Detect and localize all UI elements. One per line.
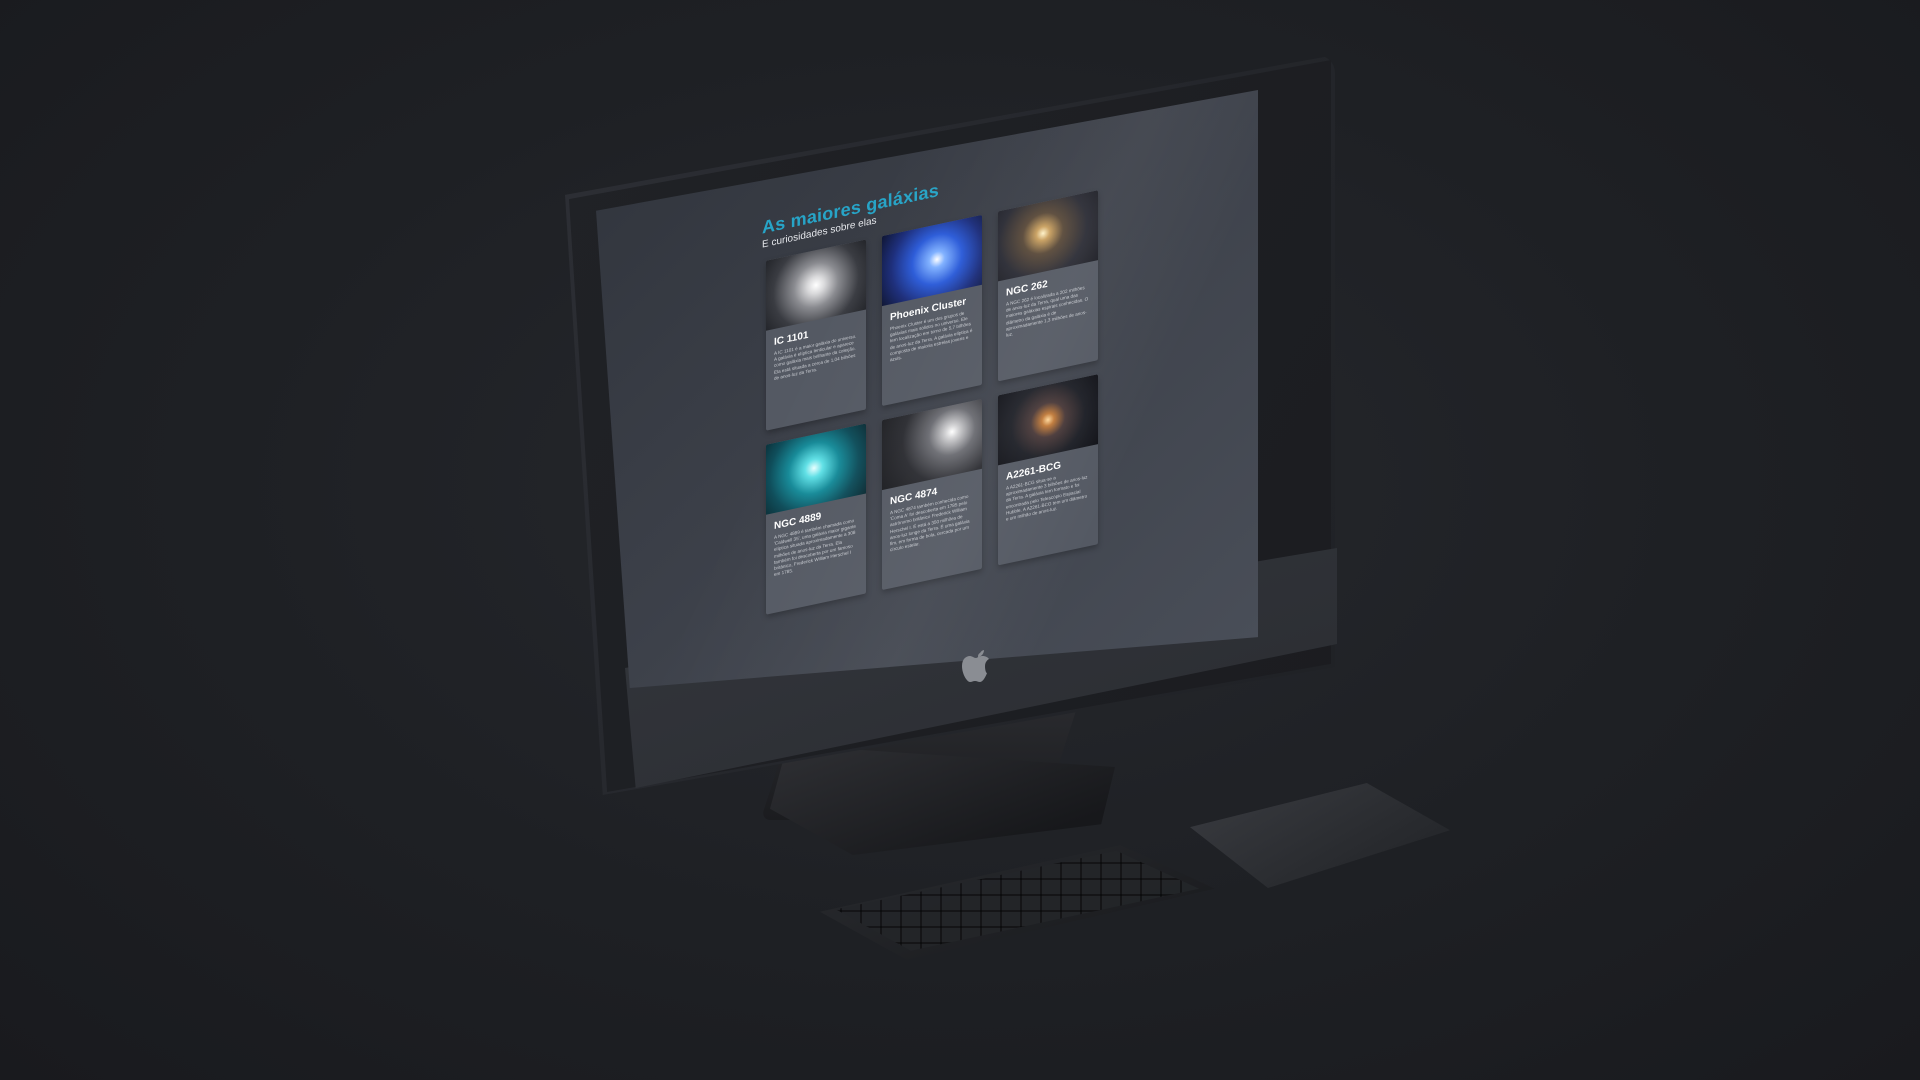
apple-logo-icon <box>958 640 998 690</box>
galaxy-card[interactable]: IC 1101 A IC 1101 é a maior galáxia do u… <box>766 239 866 431</box>
galaxy-card[interactable]: A2261-BCG A A2261-BCG situa-se a aproxim… <box>998 374 1098 566</box>
galaxy-card[interactable]: NGC 4874 A NGC 4874 também conhecida com… <box>882 398 982 591</box>
imac-stand-base <box>770 745 1115 855</box>
galaxy-card[interactable]: NGC 4889 A NGC 4889 é também chamada com… <box>766 423 866 615</box>
galaxy-card[interactable]: NGC 262 A NGC 262 é localizada a 202 mil… <box>998 190 1098 382</box>
mockup-scene: As maiores galáxias E curiosidades sobre… <box>0 0 1920 1080</box>
galaxy-card[interactable]: Phoenix Cluster Phoenix Cluster é um dos… <box>882 214 982 407</box>
trackpad <box>1190 783 1450 888</box>
galaxies-page: As maiores galáxias E curiosidades sobre… <box>760 109 1140 615</box>
